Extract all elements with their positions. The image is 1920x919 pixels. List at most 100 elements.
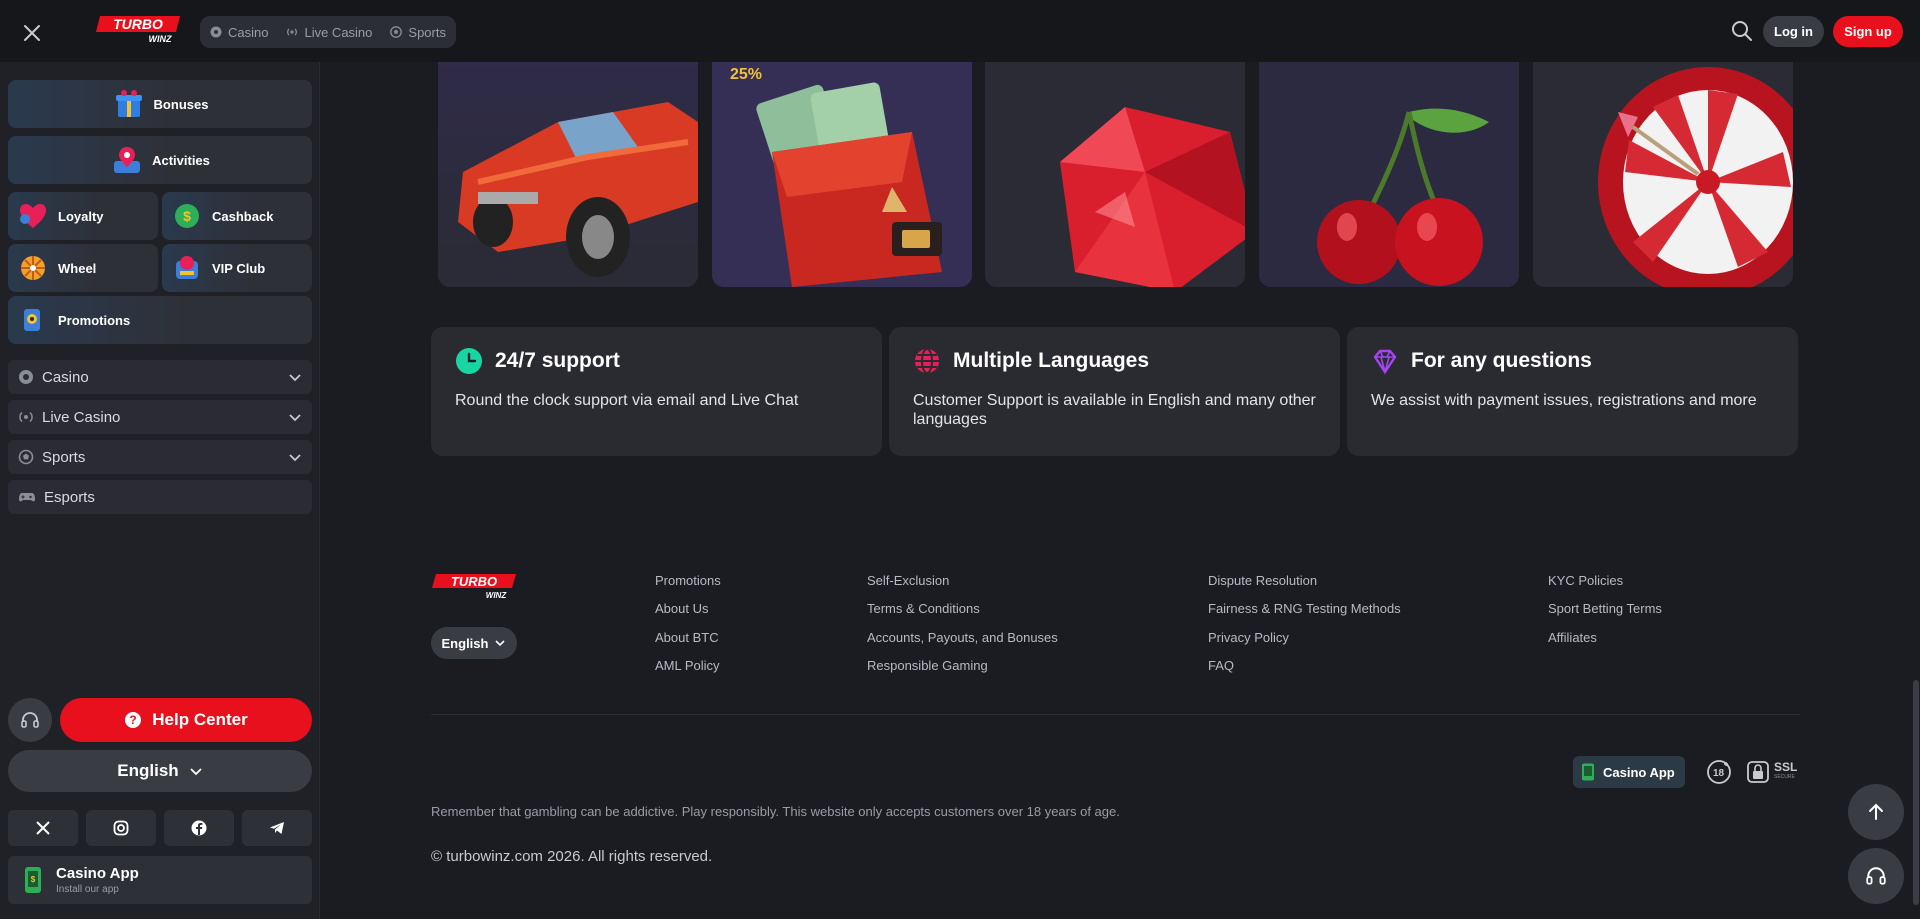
footer-link[interactable]: Dispute Resolution: [1208, 573, 1317, 588]
sidebar-casino-app[interactable]: $ Casino App Install our app: [8, 856, 312, 904]
footer-link[interactable]: Self-Exclusion: [867, 573, 949, 588]
footer-casino-app-button[interactable]: Casino App: [1573, 756, 1685, 788]
live-support-button[interactable]: [1848, 848, 1904, 904]
chevron-down-icon: [190, 768, 202, 776]
casino-app-label: Casino App: [1603, 764, 1675, 780]
feature-questions: For any questions We assist with payment…: [1347, 327, 1798, 456]
footer-link[interactable]: AML Policy: [655, 658, 720, 673]
search-icon[interactable]: [1730, 19, 1754, 43]
svg-text:?: ?: [130, 713, 137, 727]
feature-support: 24/7 support Round the clock support via…: [431, 327, 882, 456]
globe-icon: [915, 348, 939, 374]
sidebar-section-label: Live Casino: [42, 408, 121, 426]
nav-sports-label: Sports: [408, 24, 446, 40]
feature-desc: Round the clock support via email and Li…: [455, 392, 799, 409]
sidebar-item-activities[interactable]: Activities: [8, 136, 312, 184]
promo-card-cherry[interactable]: [1259, 62, 1519, 287]
top-bar: TURBO WINZ Casino Live Casino Sports Log…: [0, 0, 1920, 62]
main-content: 25% 24/7 support Round the clock support…: [320, 62, 1920, 919]
footer-link[interactable]: About BTC: [655, 630, 719, 645]
dartboard-illustration: [1533, 62, 1793, 287]
help-center-button[interactable]: ? Help Center: [60, 698, 312, 742]
feature-title: For any questions: [1411, 349, 1592, 372]
promo-card-ruby[interactable]: [985, 62, 1245, 287]
car-illustration: [438, 62, 698, 287]
scrollbar-thumb[interactable]: [1913, 680, 1919, 905]
soccer-ball-icon: [18, 449, 34, 465]
chevron-down-icon: [289, 454, 301, 462]
sidebar-item-label: Wheel: [58, 260, 97, 276]
sidebar-section-sports[interactable]: Sports: [8, 440, 312, 474]
sidebar-item-label: Bonuses: [153, 96, 209, 112]
sidebar-section-esports[interactable]: Esports: [8, 480, 312, 514]
app-subtitle: Install our app: [56, 884, 119, 895]
social-facebook[interactable]: [164, 810, 234, 846]
promo-percent-label: 25%: [730, 66, 763, 83]
sidebar-section-label: Sports: [42, 448, 86, 466]
footer-link[interactable]: Sport Betting Terms: [1548, 601, 1662, 616]
footer-link[interactable]: Promotions: [655, 573, 721, 588]
footer-link[interactable]: FAQ: [1208, 658, 1234, 673]
sidebar-language-select[interactable]: English: [8, 750, 312, 792]
footer-link[interactable]: Fairness & RNG Testing Methods: [1208, 601, 1401, 616]
age-18-icon: 18: [1707, 760, 1731, 784]
footer-link[interactable]: Accounts, Payouts, and Bonuses: [867, 630, 1058, 645]
gamepad-icon: [19, 493, 35, 502]
arrow-up-icon: [1869, 803, 1883, 820]
feature-languages: Multiple Languages Customer Support is a…: [889, 327, 1340, 456]
nav-casino[interactable]: Casino: [210, 25, 268, 40]
sidebar-item-loyalty[interactable]: Loyalty: [8, 192, 158, 240]
chevron-down-icon: [289, 414, 301, 422]
sidebar-item-label: Promotions: [58, 312, 131, 328]
svg-text:TURBO: TURBO: [451, 574, 497, 589]
ssl-secure-badge: SSL SECURE: [1746, 759, 1797, 785]
sidebar-item-vip-club[interactable]: VIP Club: [162, 244, 312, 292]
app-title: Casino App: [56, 865, 139, 882]
social-x[interactable]: [8, 810, 78, 846]
clock-icon: [456, 348, 482, 374]
casino-chip-icon: [210, 26, 222, 38]
sidebar-section-live-casino[interactable]: Live Casino: [8, 400, 312, 434]
sidebar-item-bonuses[interactable]: Bonuses: [8, 80, 312, 128]
sidebar-item-cashback[interactable]: $ Cashback: [162, 192, 312, 240]
footer-link[interactable]: Responsible Gaming: [867, 658, 988, 673]
close-icon[interactable]: [18, 19, 46, 47]
footer-link[interactable]: Privacy Policy: [1208, 630, 1289, 645]
svg-text:18: 18: [1713, 768, 1725, 779]
sidebar-item-wheel[interactable]: Wheel: [8, 244, 158, 292]
soccer-ball-icon: [390, 26, 403, 38]
turbowinz-logo[interactable]: TURBO WINZ: [96, 14, 184, 46]
footer-link[interactable]: KYC Policies: [1548, 573, 1623, 588]
sidebar-item-label: VIP Club: [212, 260, 266, 276]
footer-link[interactable]: Affiliates: [1548, 630, 1597, 645]
promo-card-wallet[interactable]: 25%: [712, 62, 972, 287]
language-label: English: [441, 635, 489, 651]
chevron-down-icon: [495, 640, 506, 647]
promo-card-dartboard[interactable]: [1533, 62, 1793, 287]
gambling-warning: Remember that gambling can be addictive.…: [431, 804, 1120, 819]
nav-live-casino[interactable]: Live Casino: [286, 25, 372, 40]
instagram-icon: [113, 820, 129, 836]
social-telegram[interactable]: [242, 810, 312, 846]
feature-title: Multiple Languages: [953, 349, 1150, 372]
nav-sports[interactable]: Sports: [390, 25, 446, 40]
sidebar-section-label: Casino: [42, 368, 89, 386]
top-nav: Casino Live Casino Sports: [200, 16, 456, 48]
headset-icon: [21, 712, 39, 728]
support-headset-button[interactable]: [8, 698, 52, 742]
footer-logo[interactable]: TURBO WINZ: [432, 572, 520, 600]
signup-button[interactable]: Sign up: [1833, 16, 1903, 47]
footer-language-select[interactable]: English: [431, 627, 517, 659]
promo-card-car[interactable]: [438, 62, 698, 287]
sidebar-section-casino[interactable]: Casino: [8, 360, 312, 394]
svg-text:$: $: [31, 875, 36, 884]
sidebar-item-promotions[interactable]: Promotions: [8, 296, 312, 344]
ruby-illustration: [985, 62, 1245, 287]
login-button[interactable]: Log in: [1763, 16, 1824, 47]
lock-icon: [1747, 761, 1769, 783]
social-instagram[interactable]: [86, 810, 156, 846]
footer-link[interactable]: Terms & Conditions: [867, 601, 980, 616]
scroll-to-top-button[interactable]: [1848, 784, 1904, 840]
footer-link[interactable]: About Us: [655, 601, 708, 616]
svg-text:WINZ: WINZ: [149, 34, 172, 44]
